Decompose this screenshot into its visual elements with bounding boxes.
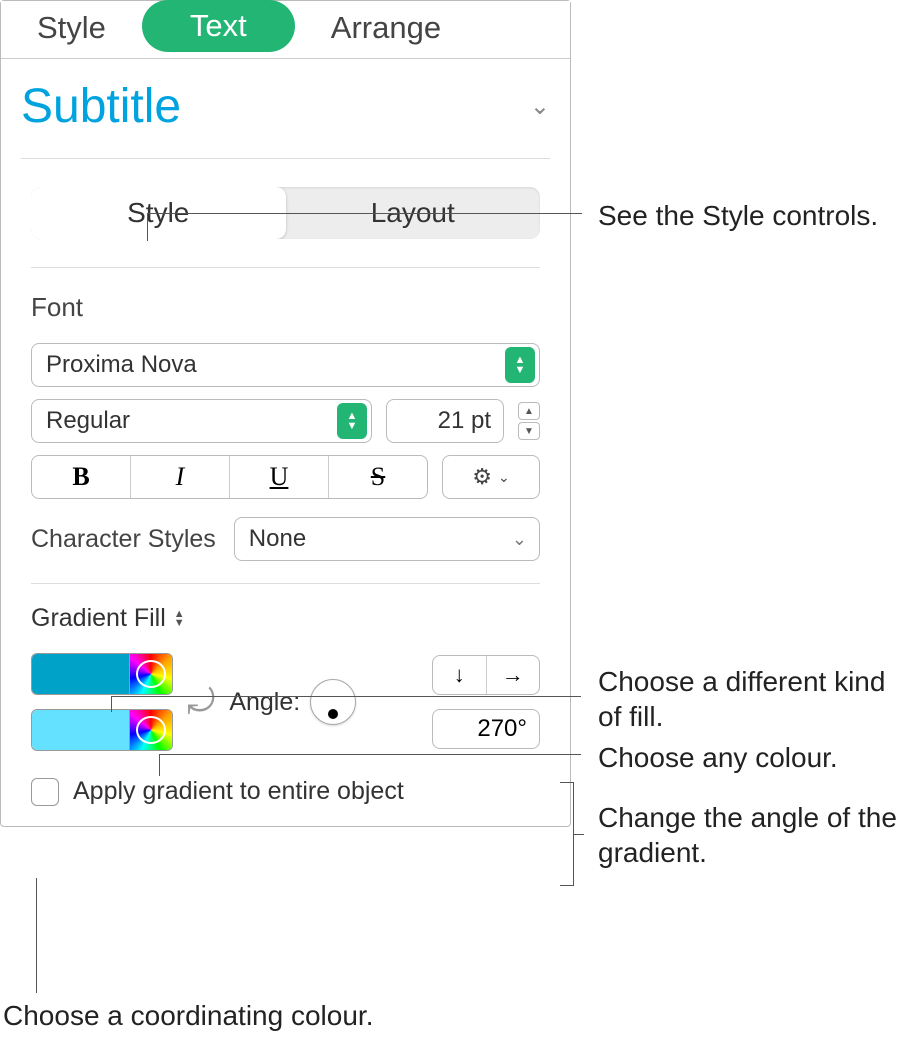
callout-leader <box>111 696 112 712</box>
angle-label: Angle: <box>229 688 300 717</box>
inspector-panel: Style Text Arrange Subtitle ⌄ Style Layo… <box>0 0 571 827</box>
apply-gradient-row: Apply gradient to entire object <box>31 777 540 806</box>
font-size-stepper: ▲ ▼ <box>518 399 540 443</box>
gradient-color-2 <box>31 709 173 751</box>
underline-button[interactable]: U <box>230 456 329 498</box>
callout-leader <box>574 834 584 835</box>
updown-icon: ▲▼ <box>174 610 185 628</box>
chevron-down-icon: ⌄ <box>512 529 535 550</box>
character-styles-popup[interactable]: None ⌄ <box>234 517 540 561</box>
callout-style-controls: See the Style controls. <box>598 198 878 233</box>
callout-fill-kind: Choose a different kind of fill. <box>598 664 898 734</box>
text-format-group: B I U S <box>31 455 428 499</box>
angle-dial[interactable] <box>310 679 356 725</box>
fill-section: Gradient Fill ▲▼ ⤾ Angle: <box>31 604 540 826</box>
advanced-options-button[interactable]: ⚙ ⌄ <box>442 455 540 499</box>
direction-down-button[interactable]: ↓ <box>433 656 487 694</box>
character-styles-value: None <box>249 525 512 553</box>
fill-type-popup[interactable]: Gradient Fill ▲▼ <box>31 604 540 633</box>
top-tabs: Style Text Arrange <box>1 1 570 59</box>
callout-angle: Change the angle of the gradient. <box>598 800 898 870</box>
subtab-row: Style Layout <box>31 187 540 268</box>
updown-icon: ▲▼ <box>337 403 367 439</box>
italic-button[interactable]: I <box>131 456 230 498</box>
chevron-down-icon: ⌄ <box>530 92 550 121</box>
angle-indicator <box>328 709 338 719</box>
chevron-down-icon: ⌄ <box>498 469 510 486</box>
gear-icon: ⚙ <box>472 464 492 490</box>
apply-gradient-label: Apply gradient to entire object <box>73 777 404 806</box>
color-picker-1[interactable] <box>129 654 172 694</box>
color-well-1[interactable] <box>32 654 129 694</box>
step-up-button[interactable]: ▲ <box>518 402 540 420</box>
font-size-field[interactable]: 21 pt <box>386 399 504 443</box>
font-weight-value: Regular <box>46 407 337 435</box>
updown-icon: ▲▼ <box>505 347 535 383</box>
callout-coord-colour: Choose a coordinating colour. <box>3 998 373 1033</box>
paragraph-style-name: Subtitle <box>21 79 530 134</box>
font-size-value: 21 pt <box>387 407 497 435</box>
callout-leader <box>159 754 160 776</box>
paragraph-style-popup[interactable]: Subtitle ⌄ <box>21 79 550 159</box>
direction-right-button[interactable]: → <box>487 656 540 694</box>
swap-colors-icon[interactable]: ⤾ <box>187 683 215 722</box>
angle-presets: ↓ → 270° <box>432 655 540 749</box>
callout-bracket <box>560 782 574 886</box>
angle-block: Angle: <box>229 679 418 725</box>
font-family-popup[interactable]: Proxima Nova ▲▼ <box>31 343 540 387</box>
direction-buttons: ↓ → <box>432 655 540 695</box>
tab-style[interactable]: Style <box>1 10 142 58</box>
step-down-button[interactable]: ▼ <box>518 422 540 440</box>
font-family-value: Proxima Nova <box>46 351 505 379</box>
callout-any-colour: Choose any colour. <box>598 740 838 775</box>
strikethrough-button[interactable]: S <box>329 456 427 498</box>
character-styles-label: Character Styles <box>31 525 216 554</box>
angle-field[interactable]: 270° <box>432 709 540 749</box>
callout-leader <box>147 213 582 214</box>
color-well-2[interactable] <box>32 710 129 750</box>
callout-leader <box>159 754 581 755</box>
tab-arrange[interactable]: Arrange <box>295 10 477 58</box>
gradient-controls: ⤾ Angle: ↓ → 270° <box>31 653 540 751</box>
gradient-swatches <box>31 653 173 751</box>
callout-leader <box>36 878 37 993</box>
gradient-color-1 <box>31 653 173 695</box>
fill-type-value: Gradient Fill <box>31 604 166 633</box>
apply-gradient-checkbox[interactable] <box>31 778 59 806</box>
bold-button[interactable]: B <box>32 456 131 498</box>
callout-leader <box>111 696 581 697</box>
angle-value: 270° <box>477 715 527 743</box>
font-section: Font Proxima Nova ▲▼ Regular ▲▼ 21 pt ▲ … <box>31 292 540 584</box>
font-weight-popup[interactable]: Regular ▲▼ <box>31 399 372 443</box>
color-picker-2[interactable] <box>129 710 172 750</box>
font-heading: Font <box>31 292 540 323</box>
callout-leader <box>147 213 148 241</box>
tab-text[interactable]: Text <box>142 0 295 52</box>
